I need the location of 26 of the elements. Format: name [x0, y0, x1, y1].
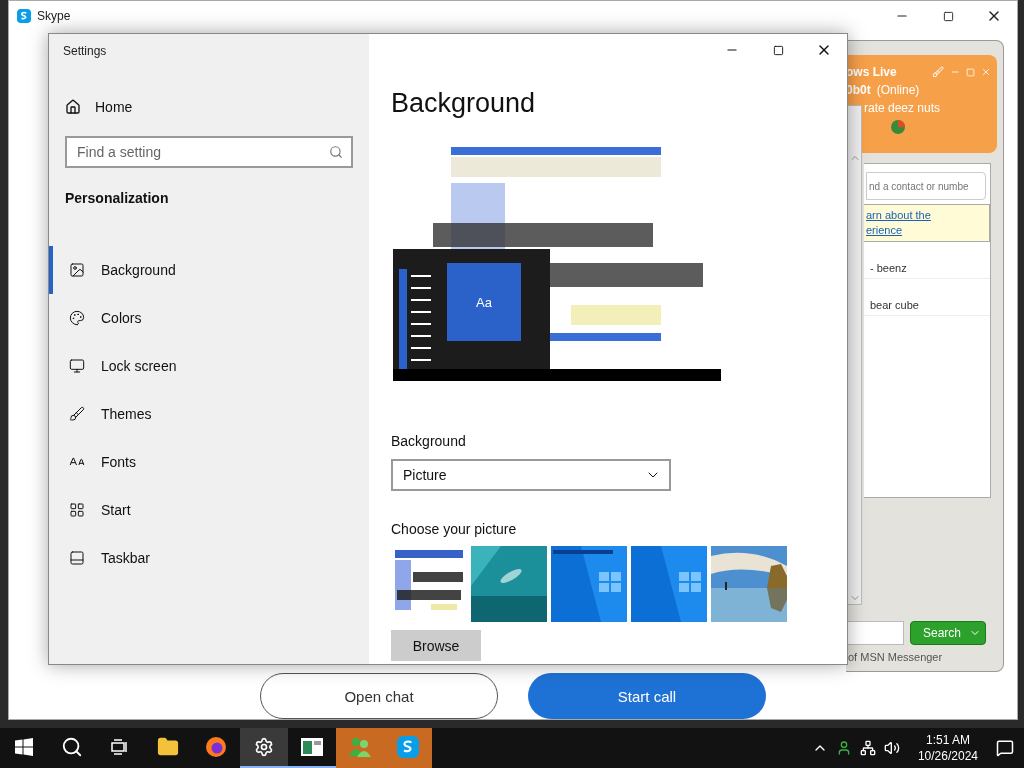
section-heading: Personalization: [64, 189, 170, 208]
field-label: Choose your picture: [391, 521, 518, 537]
background-dropdown[interactable]: Picture: [391, 459, 671, 491]
contact-item[interactable]: - beenz: [864, 242, 990, 279]
page-title: Background: [391, 88, 537, 119]
nav-item[interactable]: Background: [49, 246, 369, 294]
nav-item[interactable]: Themes: [49, 390, 369, 438]
contact-search-field[interactable]: nd a contact or numbe: [866, 172, 986, 200]
home-link[interactable]: Home: [49, 92, 369, 122]
nav-item[interactable]: Lock screen: [49, 342, 369, 390]
nav-item[interactable]: Colors: [49, 294, 369, 342]
tile: Aa: [447, 263, 521, 341]
start-call-button[interactable]: Start call: [528, 673, 766, 719]
browse-button[interactable]: Browse: [391, 630, 481, 661]
field-label: Background: [391, 433, 467, 449]
info-link[interactable]: arn about the erience: [864, 205, 989, 241]
settings-search-field[interactable]: Find a setting: [65, 136, 353, 168]
nav-item[interactable]: Start: [49, 486, 369, 534]
nav-item[interactable]: Taskbar: [49, 534, 369, 582]
contact-item[interactable]: bear cube: [864, 279, 990, 316]
window-title: Settings: [62, 43, 108, 60]
window-title: Skype: [37, 9, 71, 23]
open-chat-button[interactable]: Open chat: [260, 673, 498, 719]
clock[interactable]: 1:51 AM 10/26/2024: [907, 732, 988, 764]
nav-item[interactable]: Fonts: [49, 438, 369, 486]
footer-text: of MSN Messenger: [847, 650, 944, 665]
